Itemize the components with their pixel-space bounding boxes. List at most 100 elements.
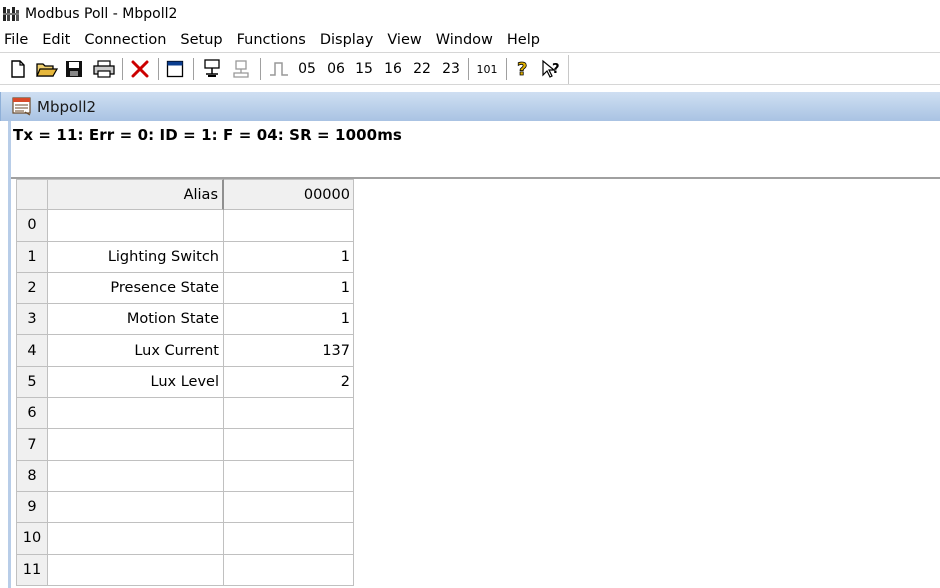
register-value-cell[interactable] xyxy=(224,523,354,555)
toolbar-separator xyxy=(260,58,261,80)
new-document-icon[interactable] xyxy=(8,58,28,80)
row-index-cell[interactable]: 10 xyxy=(16,523,48,555)
alias-cell[interactable]: Lux Current xyxy=(48,335,224,367)
alias-cell[interactable] xyxy=(48,523,224,555)
table-row: 0 xyxy=(16,210,354,242)
child-window-caption[interactable]: Mbpoll2 xyxy=(0,92,940,121)
function-101-button[interactable]: 101 xyxy=(473,58,501,80)
row-index-cell[interactable]: 9 xyxy=(16,491,48,524)
register-value-cell[interactable] xyxy=(224,554,354,586)
svg-text:?: ? xyxy=(552,62,560,77)
modbus-poll-app-icon[interactable] xyxy=(2,5,20,23)
row-index-cell[interactable]: 8 xyxy=(16,460,48,492)
row-index-cell[interactable]: 1 xyxy=(16,241,48,273)
register-value-cell[interactable]: 1 xyxy=(224,304,354,336)
row-index-cell[interactable]: 11 xyxy=(16,554,48,586)
alias-column-header[interactable]: Alias xyxy=(48,179,224,211)
connect-icon[interactable] xyxy=(200,58,224,80)
row-index-cell[interactable]: 7 xyxy=(16,429,48,461)
register-value-cell[interactable]: 137 xyxy=(224,335,354,367)
context-help-icon[interactable]: ? xyxy=(539,58,565,80)
pulse-icon[interactable] xyxy=(266,58,292,80)
toolbar-separator xyxy=(468,58,469,80)
menu-display[interactable]: Display xyxy=(315,30,382,50)
alias-cell[interactable]: Lux Level xyxy=(48,366,224,399)
delete-x-icon[interactable] xyxy=(128,58,152,80)
row-index-cell[interactable]: 5 xyxy=(16,366,48,399)
document-icon xyxy=(12,97,31,116)
register-value-cell[interactable] xyxy=(224,429,354,461)
toolbar-separator xyxy=(158,58,159,80)
menu-edit[interactable]: Edit xyxy=(37,30,79,50)
save-disk-icon[interactable] xyxy=(63,58,85,80)
row-index-cell[interactable]: 3 xyxy=(16,304,48,336)
alias-cell[interactable]: Motion State xyxy=(48,304,224,336)
print-icon[interactable] xyxy=(91,58,117,80)
toolbar: 05 06 15 16 22 23 101 ? ? xyxy=(0,52,940,85)
alias-cell[interactable] xyxy=(48,398,224,430)
row-index-cell[interactable]: 4 xyxy=(16,335,48,367)
row-index-cell[interactable]: 0 xyxy=(16,210,48,242)
grid-corner-cell[interactable] xyxy=(16,179,48,211)
table-row: 4 Lux Current 137 xyxy=(16,335,354,367)
alias-cell[interactable] xyxy=(48,210,224,242)
toolbar-separator xyxy=(506,58,507,80)
menu-view[interactable]: View xyxy=(382,30,430,50)
table-row: 2 Presence State 1 xyxy=(16,272,354,305)
alias-cell[interactable]: Lighting Switch xyxy=(48,241,224,273)
function-16-button[interactable]: 16 xyxy=(380,58,406,80)
register-value-cell[interactable]: 1 xyxy=(224,241,354,273)
function-22-button[interactable]: 22 xyxy=(409,58,435,80)
menu-setup[interactable]: Setup xyxy=(175,30,231,50)
table-row: 3 Motion State 1 xyxy=(16,304,354,336)
function-06-button[interactable]: 06 xyxy=(323,58,349,80)
table-row: 6 xyxy=(16,398,354,430)
table-row: 8 xyxy=(16,460,354,492)
address-column-header[interactable]: 00000 xyxy=(224,179,354,211)
register-value-cell[interactable]: 1 xyxy=(224,272,354,305)
open-folder-icon[interactable] xyxy=(35,58,59,80)
toolbar-separator xyxy=(122,58,123,80)
function-15-button[interactable]: 15 xyxy=(351,58,377,80)
alias-cell[interactable] xyxy=(48,429,224,461)
function-23-button[interactable]: 23 xyxy=(438,58,464,80)
table-row: 9 xyxy=(16,491,354,524)
register-value-cell[interactable] xyxy=(224,210,354,242)
row-index-cell[interactable]: 2 xyxy=(16,272,48,305)
title-bar: Modbus Poll - Mbpoll2 xyxy=(0,0,940,27)
alias-cell[interactable] xyxy=(48,554,224,586)
table-row: 11 xyxy=(16,554,354,586)
register-value-cell[interactable] xyxy=(224,398,354,430)
menu-window[interactable]: Window xyxy=(431,30,502,50)
toolbar-separator xyxy=(193,58,194,80)
mdi-client-area: Mbpoll2 Tx = 11: Err = 0: ID = 1: F = 04… xyxy=(0,85,940,588)
disconnect-icon[interactable] xyxy=(229,58,253,80)
table-row: 5 Lux Level 2 xyxy=(16,366,354,399)
help-icon[interactable]: ? xyxy=(512,58,534,80)
register-value-cell[interactable] xyxy=(224,491,354,524)
window-icon[interactable] xyxy=(164,58,186,80)
table-row: 10 xyxy=(16,523,354,555)
alias-cell[interactable] xyxy=(48,491,224,524)
child-window-title: Mbpoll2 xyxy=(37,97,97,116)
grid-header-row: Alias 00000 xyxy=(16,179,354,211)
register-value-cell[interactable] xyxy=(224,460,354,492)
grid-body: 0 1 Lighting Switch 1 2 Presence State 1 3 Motio… xyxy=(16,210,354,586)
register-grid: Alias 00000 0 1 Lighting Switch 1 2 Presence … xyxy=(16,179,354,586)
menu-file[interactable]: File xyxy=(0,30,37,50)
svg-text:?: ? xyxy=(517,59,527,79)
table-row: 7 xyxy=(16,429,354,461)
menu-functions[interactable]: Functions xyxy=(232,30,315,50)
window-title: Modbus Poll - Mbpoll2 xyxy=(25,5,178,22)
table-row: 1 Lighting Switch 1 xyxy=(16,241,354,273)
child-window-body: Tx = 11: Err = 0: ID = 1: F = 04: SR = 1… xyxy=(8,121,940,588)
poll-status-line: Tx = 11: Err = 0: ID = 1: F = 04: SR = 1… xyxy=(13,126,402,144)
menu-bar: File Edit Connection Setup Functions Dis… xyxy=(0,27,940,52)
menu-connection[interactable]: Connection xyxy=(79,30,175,50)
row-index-cell[interactable]: 6 xyxy=(16,398,48,430)
alias-cell[interactable]: Presence State xyxy=(48,272,224,305)
menu-help[interactable]: Help xyxy=(502,30,549,50)
register-value-cell[interactable]: 2 xyxy=(224,366,354,399)
function-05-button[interactable]: 05 xyxy=(294,58,320,80)
alias-cell[interactable] xyxy=(48,460,224,492)
